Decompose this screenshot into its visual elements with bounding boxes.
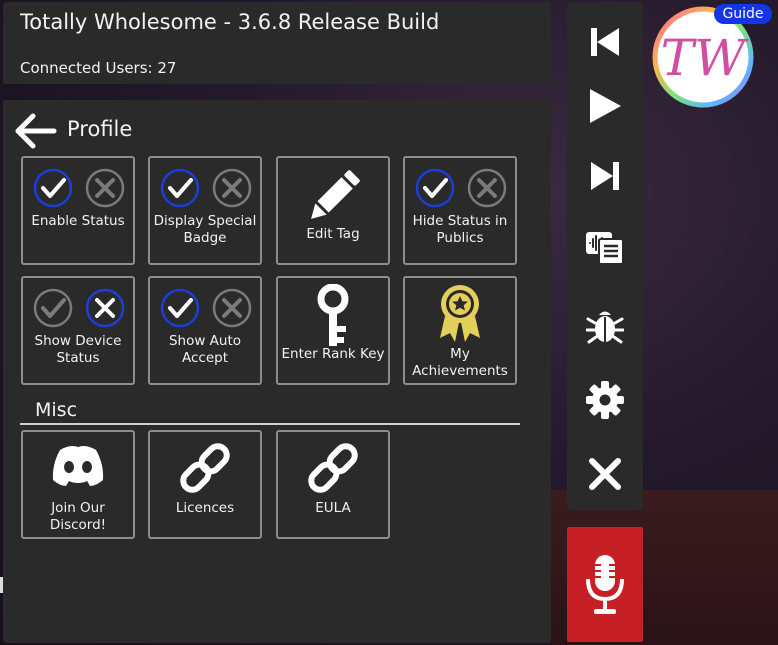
edit-tag-button[interactable]: Edit Tag [276, 156, 390, 265]
connected-users-count: Connected Users: 27 [20, 59, 177, 77]
tile-label: Show Auto Accept [168, 333, 242, 366]
voice-transcript-icon [586, 232, 624, 265]
award-ribbon-icon [440, 285, 480, 342]
bug-report-button[interactable] [581, 302, 629, 350]
profile-panel: Profile Enable Status Display Special Ba… [3, 100, 551, 643]
icon-wrap [278, 164, 388, 230]
tile-label: Display Special Badge [153, 213, 257, 246]
link-icon [308, 443, 358, 493]
section-title-misc: Misc [35, 399, 78, 421]
icon-wrap [278, 438, 388, 498]
skip-next-button[interactable] [581, 152, 629, 200]
icon-wrap [278, 284, 388, 350]
licences-button[interactable]: Licences [148, 430, 262, 539]
join-discord-button[interactable]: Join Our Discord! [21, 430, 135, 539]
icon-wrap [23, 442, 133, 488]
bug-icon [586, 311, 624, 344]
guide-button[interactable]: Guide [714, 4, 772, 24]
tile-label: My Achievements [412, 346, 508, 379]
discord-icon [52, 446, 104, 486]
section-title-profile: Profile [67, 117, 133, 141]
tile-label: Enter Rank Key [281, 346, 385, 362]
toggle-check-cross-icons [160, 168, 252, 208]
tile-label: Show Device Status [34, 333, 122, 366]
tile-label: Hide Status in Publics [412, 213, 508, 246]
tile-label: Join Our Discord! [49, 500, 107, 533]
icon-wrap [150, 438, 260, 498]
skip-previous-button[interactable] [581, 18, 629, 66]
key-icon [317, 284, 349, 346]
settings-button[interactable] [581, 376, 629, 424]
play-icon [590, 89, 621, 123]
skip-previous-icon [591, 28, 619, 56]
header-bar: Totally Wholesome - 3.6.8 Release Build … [3, 2, 551, 84]
close-icon [589, 458, 621, 490]
tile-label: Edit Tag [306, 226, 360, 242]
eula-button[interactable]: EULA [276, 430, 390, 539]
toggle-check-cross-icons [415, 168, 507, 208]
link-icon [180, 443, 230, 493]
show-auto-accept-toggle[interactable]: Show Auto Accept [148, 276, 262, 385]
tile-label: Licences [175, 500, 235, 516]
edge-indicator [0, 577, 3, 593]
tile-label: Enable Status [31, 213, 125, 229]
icon-wrap [405, 282, 515, 344]
section-divider [20, 423, 520, 425]
skip-next-icon [591, 162, 619, 190]
voice-transcript-button[interactable] [581, 223, 629, 271]
enter-rank-key-button[interactable]: Enter Rank Key [276, 276, 390, 385]
microphone-button[interactable] [567, 527, 643, 642]
app-title: Totally Wholesome - 3.6.8 Release Build [20, 10, 440, 34]
hide-status-in-publics-toggle[interactable]: Hide Status in Publics [403, 156, 517, 265]
close-button[interactable] [581, 450, 629, 498]
pencil-icon [311, 170, 360, 219]
toggle-check-cross-icons [160, 288, 252, 328]
tile-label: EULA [315, 500, 351, 516]
display-special-badge-toggle[interactable]: Display Special Badge [148, 156, 262, 265]
toggle-check-cross-icons [33, 288, 125, 328]
back-button[interactable] [12, 112, 58, 150]
arrow-left-icon [15, 113, 57, 149]
toggle-check-cross-icons [33, 168, 125, 208]
logo-lettering: TW [661, 29, 749, 87]
media-sidebar [567, 2, 643, 510]
microphone-icon [586, 554, 624, 614]
gear-icon [586, 381, 624, 419]
my-achievements-button[interactable]: My Achievements [403, 276, 517, 385]
play-button[interactable] [581, 82, 629, 130]
show-device-status-toggle[interactable]: Show Device Status [21, 276, 135, 385]
enable-status-toggle[interactable]: Enable Status [21, 156, 135, 265]
